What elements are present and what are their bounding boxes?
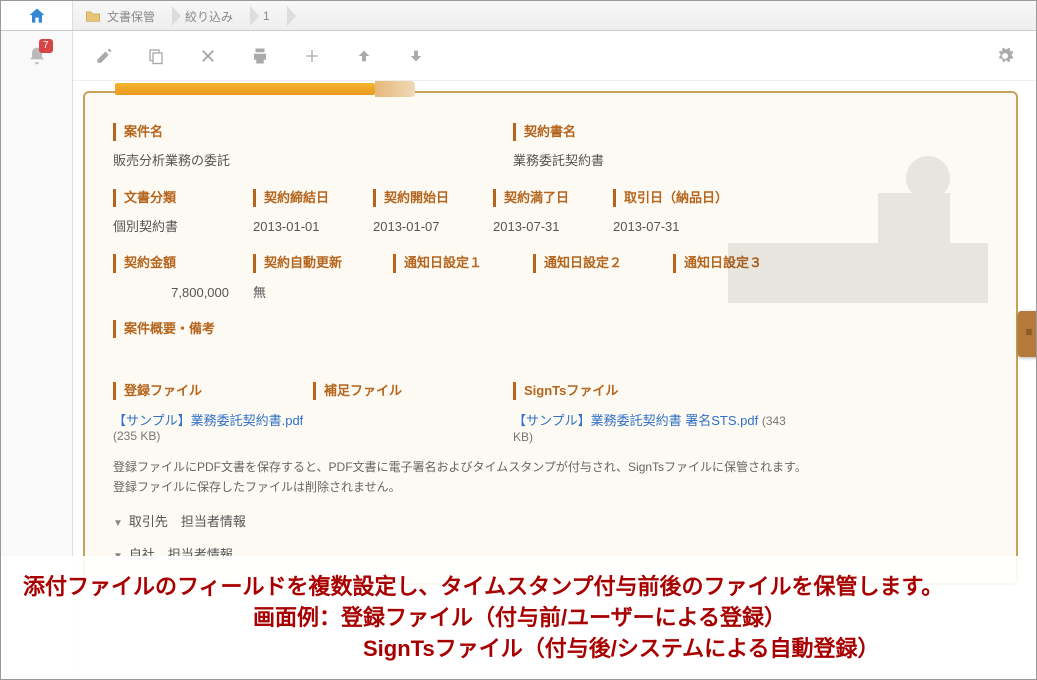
label-notice1: 通知日設定１ [393,254,513,272]
label-signts: SignTsファイル [513,382,793,400]
pencil-decoration [115,81,425,99]
gear-icon[interactable] [994,45,1016,67]
chevron-down-icon: ▼ [113,518,123,529]
value-auto-renew: 無 [253,283,373,303]
size-reg-file: (235 KB) [113,429,493,443]
value-end-date: 2013-07-31 [493,217,593,237]
bookmark-tab[interactable] [1018,311,1036,357]
value-amount: 7,800,000 [113,283,229,303]
label-amount: 契約金額 [113,254,233,272]
value-doc-class: 個別契約書 [113,217,233,237]
label-start-date: 契約開始日 [373,189,473,207]
note-line2: 登録ファイルに保存したファイルは削除されません。 [113,478,988,497]
value-case-name: 販売分析業務の委託 [113,151,493,171]
copy-icon[interactable] [145,45,167,67]
notification-badge: 7 [39,39,53,53]
crumb-page-label: 1 [263,9,270,23]
crumb-filter[interactable]: 絞り込み [173,2,251,30]
section-partner[interactable]: ▼取引先 担当者情報 [113,511,988,530]
crumb-app-label: 文書保管 [107,8,155,25]
crumb-page: 1 [251,2,288,30]
notification-button[interactable]: 7 [1,31,72,81]
up-icon[interactable] [353,45,375,67]
link-reg-file[interactable]: 【サンプル】業務委託契約書.pdf [113,413,303,428]
label-contract-name: 契約書名 [513,123,893,141]
annotation-line2b: SignTsファイル（付与後/システムによる自動登録） [23,634,1014,665]
label-reg-file: 登録ファイル [113,382,293,400]
label-sup-file: 補足ファイル [313,382,493,400]
record-card: 案件名 契約書名 販売分析業務の委託 業務委託契約書 文書分類 契約締結日 契約… [83,91,1018,585]
label-notice3: 通知日設定３ [673,254,793,272]
home-icon[interactable] [27,6,47,26]
crumb-app[interactable]: 文書保管 [73,2,173,30]
value-tx-date: 2013-07-31 [613,217,793,237]
toolbar [73,31,1036,81]
annotation-overlay: 添付ファイルのフィールドを複数設定し、タイムスタンプ付与前後のファイルを保管しま… [1,556,1036,679]
top-bar: 文書保管 絞り込み 1 [1,1,1036,31]
value-contract-name: 業務委託契約書 [513,151,893,171]
note-line1: 登録ファイルにPDF文書を保存すると、PDF文書に電子署名およびタイムスタンプが… [113,458,988,477]
delete-icon[interactable] [197,45,219,67]
edit-icon[interactable] [93,45,115,67]
label-auto-renew: 契約自動更新 [253,254,373,272]
breadcrumb: 文書保管 絞り込み 1 [73,1,288,31]
label-tx-date: 取引日（納品日） [613,189,793,207]
crumb-filter-label: 絞り込み [185,8,233,25]
annotation-line2a: 画面例：登録ファイル（付与前/ユーザーによる登録） [23,603,1014,634]
add-icon[interactable] [301,45,323,67]
down-icon[interactable] [405,45,427,67]
label-doc-class: 文書分類 [113,189,233,207]
label-summary: 案件概要・備考 [113,320,968,338]
print-icon[interactable] [249,45,271,67]
value-start-date: 2013-01-07 [373,217,473,237]
label-end-date: 契約満了日 [493,189,593,207]
label-notice2: 通知日設定２ [533,254,653,272]
value-sign-date: 2013-01-01 [253,217,353,237]
label-sign-date: 契約締結日 [253,189,353,207]
annotation-line1: 添付ファイルのフィールドを複数設定し、タイムスタンプ付与前後のファイルを保管しま… [23,570,1014,603]
label-case-name: 案件名 [113,123,493,141]
link-signts-file[interactable]: 【サンプル】業務委託契約書 署名STS.pdf [513,413,758,428]
folder-icon [85,9,101,23]
